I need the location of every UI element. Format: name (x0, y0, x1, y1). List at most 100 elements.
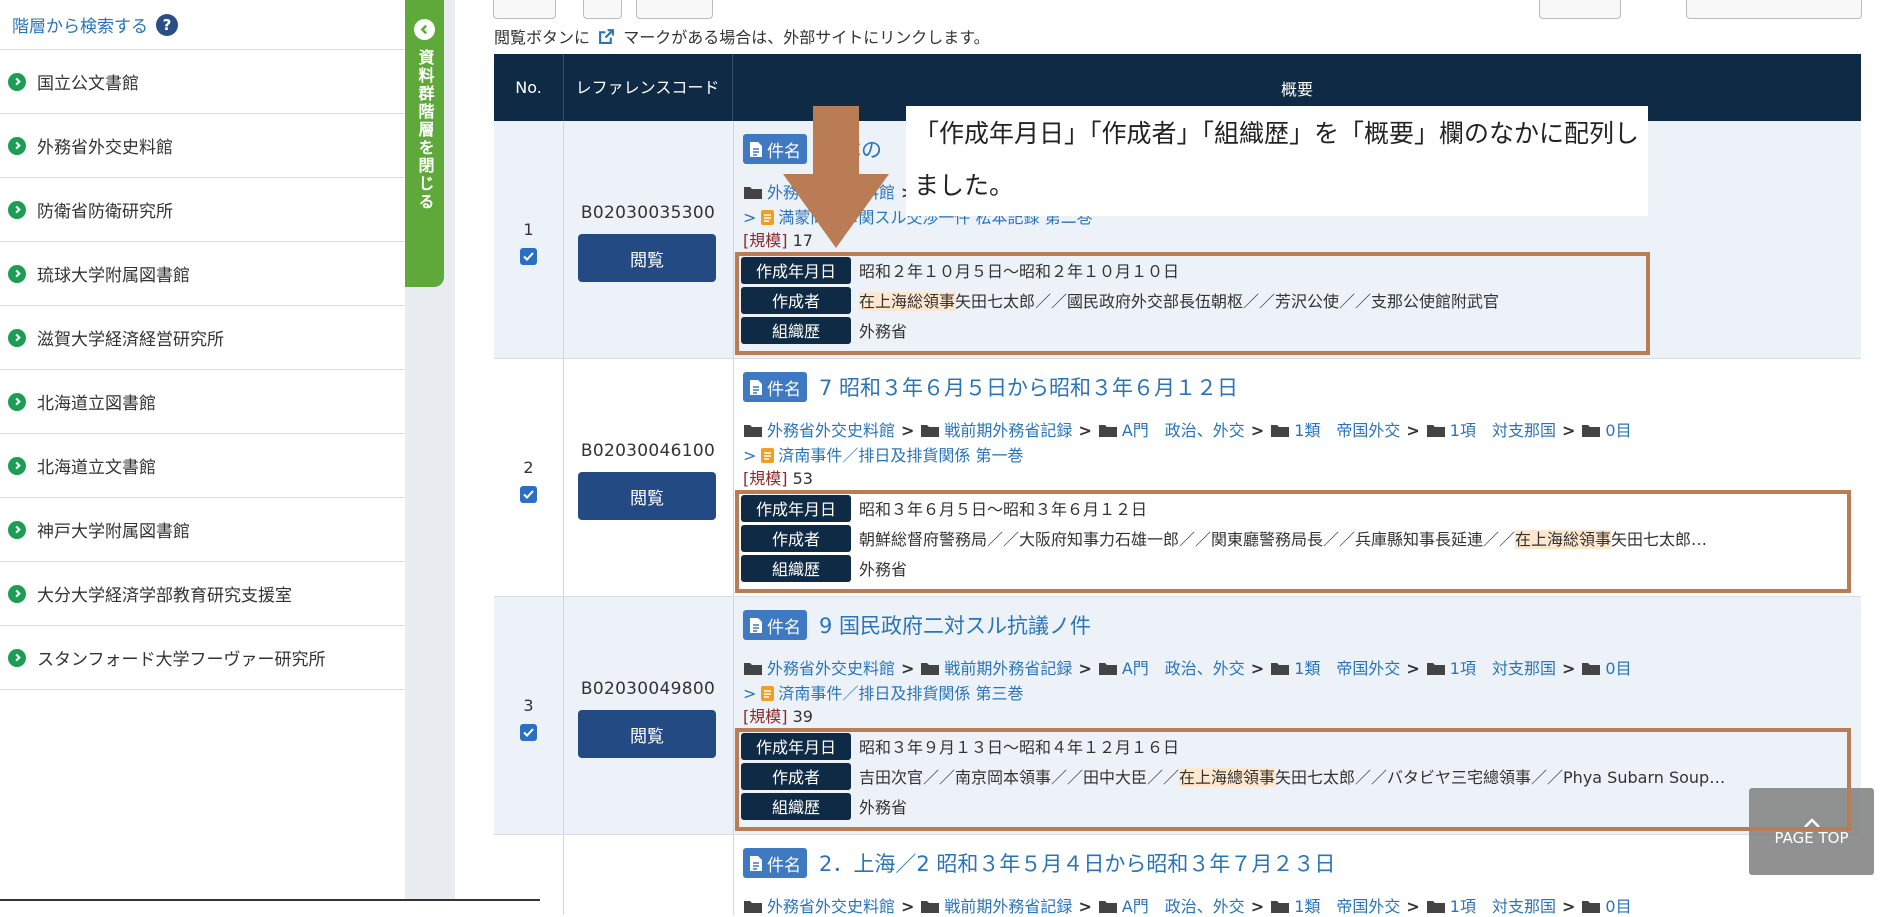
folder-icon (1271, 425, 1290, 437)
hierarchy-link-label[interactable]: 1項 対支那国 (1450, 897, 1556, 916)
record-title-link[interactable]: 2．上海／2 昭和３年５月４日から昭和３年７月２３日 (819, 848, 1335, 878)
creator-row: 作成者 吉田次官／／南京岡本領事／／田中大臣／／在上海總領事矢田七太郎／／バタビヤ… (741, 761, 1725, 791)
sidebar-header-label[interactable]: 階層から検索する (12, 12, 148, 37)
hierarchy-link-label[interactable]: 外務省外交史料館 (767, 659, 895, 678)
file-icon (761, 686, 775, 701)
sidebar-item[interactable]: 北海道立文書館 (0, 434, 405, 498)
hierarchy-link-label[interactable]: 戦前期外務省記録 (944, 659, 1072, 678)
scale-value: 53 (792, 469, 813, 488)
pager-control[interactable] (636, 0, 713, 19)
sidebar-item[interactable]: 琉球大学附属図書館 (0, 242, 405, 306)
sidebar-item[interactable]: 神戸大学附属図書館 (0, 498, 405, 562)
hierarchy-link-label[interactable]: 外務省外交史料館 (767, 421, 895, 440)
org-row: 組織歴 外務省 (741, 315, 1499, 345)
hierarchy-link[interactable]: 戦前期外務省記録 (920, 659, 1072, 678)
sidebar-header[interactable]: 階層から検索する ? (0, 0, 405, 50)
highlighted-match: 在上海総領事 (1515, 530, 1612, 549)
metadata-rows: 作成年月日 昭和２年１０月５日～昭和２年１０月１０日 作成者 在上海総領事矢田七太郎／… (741, 255, 1499, 345)
hierarchy-link[interactable]: 1項 対支那国 (1426, 897, 1556, 916)
chevron-right-icon (8, 136, 26, 155)
pager-control[interactable] (493, 0, 556, 19)
hierarchy-link[interactable]: 1類 帝国外交 (1270, 659, 1400, 678)
cell-summary: 件名 2．上海／2 昭和３年５月４日から昭和３年７月２３日 外務省外交史料館 > 戦前期… (733, 835, 1861, 916)
hierarchy-link[interactable]: 戦前期外務省記録 (920, 897, 1072, 916)
hierarchy-link[interactable]: A門 政治、外交 (1098, 421, 1245, 440)
hierarchy-link-label[interactable]: 1類 帝国外交 (1294, 659, 1400, 678)
org-label: 組織歴 (741, 316, 851, 344)
cell-summary: 件名 7 昭和３年６月５日から昭和３年６月１２日 外務省外交史料館 > 戦前期外務省記録… (733, 359, 1861, 596)
hierarchy-link[interactable]: 0目 (1581, 421, 1632, 440)
hierarchy-link[interactable]: 0目 (1581, 659, 1632, 678)
folder-title-link[interactable]: 済南事件／排日及排貨関係 第一巻 (778, 446, 1023, 465)
file-icon (761, 210, 775, 225)
title-line: 件名 2．上海／2 昭和３年５月４日から昭和３年７月２３日 (743, 848, 1335, 878)
sidebar-item-label: 神戸大学附属図書館 (37, 522, 190, 542)
hierarchy-link[interactable]: A門 政治、外交 (1098, 659, 1245, 678)
hierarchy-link-label[interactable]: 0目 (1605, 897, 1631, 916)
hierarchy-link-label[interactable]: 戦前期外務省記録 (944, 421, 1072, 440)
date-label: 作成年月日 (741, 732, 851, 760)
hierarchy-link-label[interactable]: A門 政治、外交 (1122, 659, 1245, 678)
view-button[interactable]: 閲覧 (578, 234, 716, 282)
select-checkbox[interactable] (520, 724, 537, 741)
hierarchy-link-label[interactable]: 外務省外交史料館 (767, 897, 895, 916)
creator-text-pre: 朝鮮総督府警務局／／大阪府知事力石雄一郎／／関東廳警務局長／／兵庫縣知事長延連／… (859, 530, 1516, 549)
hierarchy-link-label[interactable]: A門 政治、外交 (1122, 421, 1245, 440)
hierarchy-link[interactable]: 外務省外交史料館 (743, 659, 895, 678)
sidebar-item[interactable]: スタンフォード大学フーヴァー研究所 (0, 626, 405, 690)
sidebar-item[interactable]: 防衛省防衛研究所 (0, 178, 405, 242)
hierarchy-link[interactable]: 0目 (1581, 897, 1632, 916)
hierarchy-link-label[interactable]: 1類 帝国外交 (1294, 897, 1400, 916)
folder-title-link[interactable]: 済南事件／排日及排貨関係 第三巻 (778, 684, 1023, 703)
sidebar-item-label: 滋賀大学経済経営研究所 (37, 330, 224, 350)
subject-badge: 件名 (743, 372, 807, 402)
sidebar-item[interactable]: 北海道立図書館 (0, 370, 405, 434)
sidebar-item[interactable]: 国立公文書館 (0, 50, 405, 114)
hierarchy-link[interactable]: 外務省外交史料館 (743, 897, 895, 916)
collapse-hierarchy-tab[interactable]: 資料群階層を閉じる (405, 0, 444, 287)
sort-select[interactable] (1686, 0, 1862, 19)
hierarchy-link-label[interactable]: 1項 対支那国 (1450, 659, 1556, 678)
hierarchy-link[interactable]: 1類 帝国外交 (1270, 421, 1400, 440)
hierarchy-link-label[interactable]: 0目 (1605, 421, 1631, 440)
hierarchy-link-label[interactable]: 戦前期外務省記録 (944, 897, 1072, 916)
record-title-link[interactable]: 7 昭和３年６月５日から昭和３年６月１２日 (819, 372, 1238, 402)
date-value: 昭和３年９月１３日～昭和４年１２月１６日 (859, 738, 1180, 757)
breadcrumb-separator: > (1250, 659, 1265, 678)
creator-row: 作成者 在上海総領事矢田七太郎／／國民政府外交部長伍朝枢／／芳沢公使／／支那公使館… (741, 285, 1499, 315)
hierarchy-link[interactable]: A門 政治、外交 (1098, 897, 1245, 916)
sidebar-item[interactable]: 外務省外交史料館 (0, 114, 405, 178)
page-top-label: PAGE TOP (1774, 828, 1849, 847)
badge-label: 件名 (767, 617, 801, 638)
sidebar-item[interactable]: 大分大学経済学部教育研究支援室 (0, 562, 405, 626)
view-button[interactable]: 閲覧 (578, 472, 716, 520)
page-top-button[interactable]: PAGE TOP (1749, 788, 1874, 875)
hierarchy-link[interactable]: 戦前期外務省記録 (920, 421, 1072, 440)
per-page-select[interactable] (1539, 0, 1621, 19)
folder-icon (1271, 663, 1290, 675)
folder-path: > 済南事件／排日及排貨関係 第一巻 (743, 442, 1024, 466)
table-body: 1B02030035300閲覧件名日本の外務省外交史料館>戦前期外務省記録>A門… (494, 121, 1861, 916)
cell-reference (563, 835, 734, 915)
hierarchy-link[interactable]: 1項 対支那国 (1426, 421, 1556, 440)
select-checkbox[interactable] (520, 486, 537, 503)
pager-control[interactable] (583, 0, 622, 19)
view-button[interactable]: 閲覧 (578, 710, 716, 758)
hierarchy-link-label[interactable]: A門 政治、外交 (1122, 897, 1245, 916)
folder-icon (921, 425, 940, 437)
select-checkbox[interactable] (520, 248, 537, 265)
cell-no: 3 (494, 597, 564, 834)
help-icon[interactable]: ? (156, 13, 178, 36)
bracket-close: ] (781, 469, 788, 488)
sidebar-item[interactable]: 滋賀大学経済経営研究所 (0, 306, 405, 370)
folder-icon (744, 425, 762, 437)
hierarchy-link-label[interactable]: 0目 (1605, 659, 1631, 678)
document-icon (750, 617, 762, 633)
hierarchy-link[interactable]: 外務省外交史料館 (743, 421, 895, 440)
hierarchy-link-label[interactable]: 1項 対支那国 (1450, 421, 1556, 440)
hierarchy-link[interactable]: 1項 対支那国 (1426, 659, 1556, 678)
breadcrumb-separator: > (1406, 659, 1420, 678)
hierarchy-link-label[interactable]: 1類 帝国外交 (1294, 421, 1400, 440)
hierarchy-link[interactable]: 1類 帝国外交 (1270, 897, 1400, 916)
record-title-link[interactable]: 9 国民政府二対スル抗議ノ件 (819, 610, 1091, 640)
